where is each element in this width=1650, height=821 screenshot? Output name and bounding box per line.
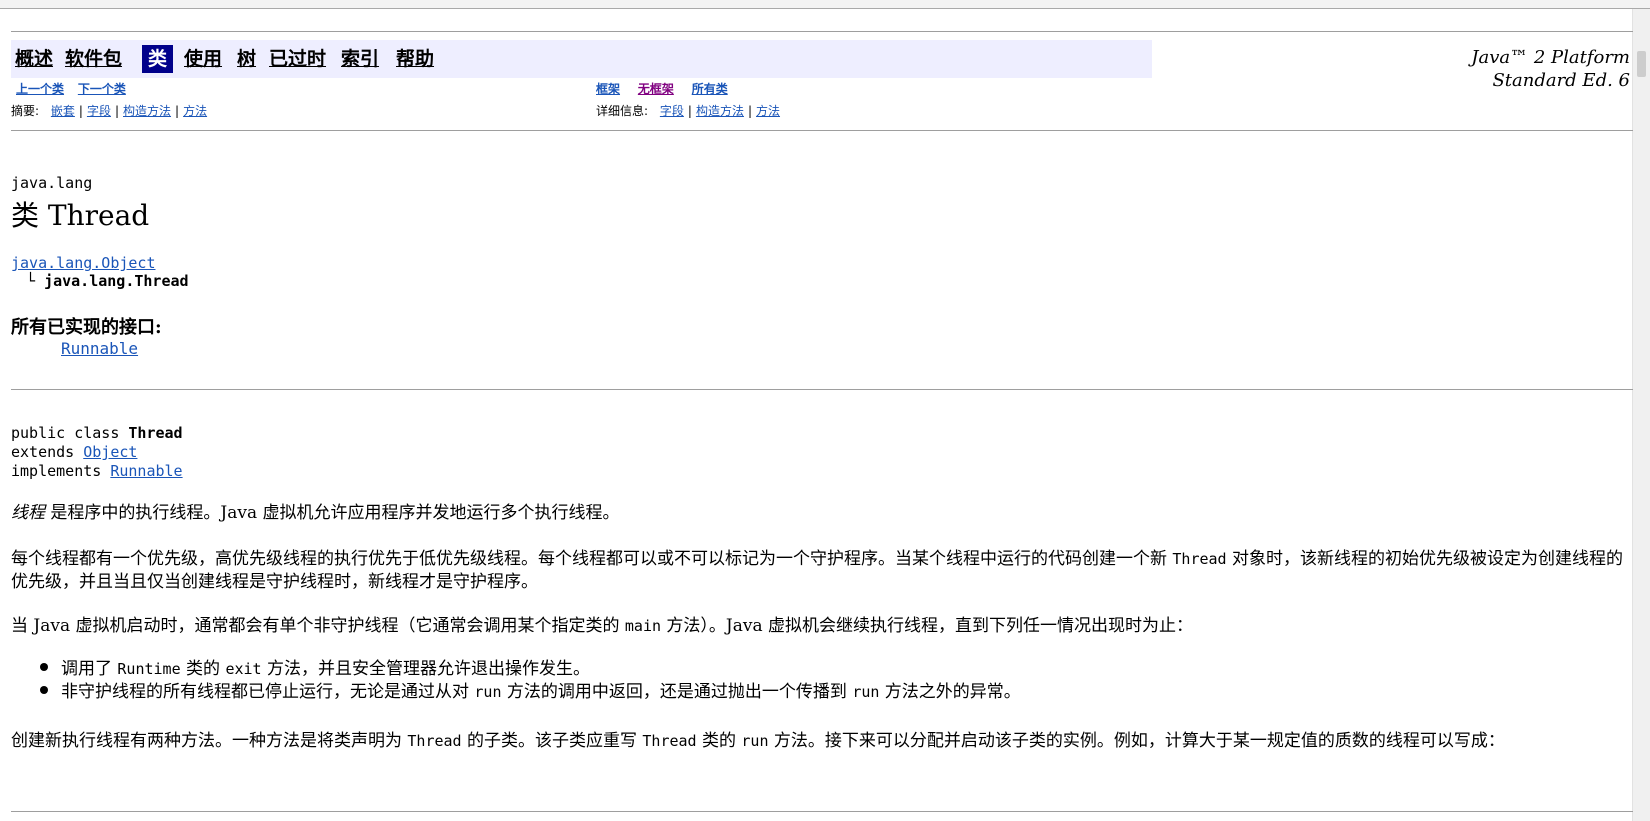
platform-line-2: Standard Ed. 6 [1492,70,1630,91]
nav-index[interactable]: 索引 [341,46,379,72]
hierarchy-child-name: java.lang.Thread [44,272,189,290]
hierarchy-parent-link[interactable]: java.lang.Object [11,254,156,272]
next-class-link[interactable]: 下一个类 [78,82,126,96]
summary-label: 摘要: [11,104,40,118]
interface-runnable-link[interactable]: Runnable [61,339,138,358]
header-divider [11,130,1633,131]
prev-next-links: 上一个类 下一个类 [16,81,126,97]
scrollbar-thumb[interactable] [1637,51,1646,77]
list-bullet-1 [40,656,50,671]
list-bullet-2 [40,679,50,694]
summary-links: 摘要: 嵌套 | 字段 | 构造方法 | 方法 [11,104,208,118]
extends-line: extends Object [11,443,137,461]
page-title: 类 Thread [11,199,150,232]
bottom-divider [11,811,1633,812]
implements-keyword: implements [11,462,111,480]
top-divider [11,31,1633,32]
platform-line-1: Java™ 2 Platform [1471,47,1630,68]
frames-link[interactable]: 框架 [596,82,620,96]
detail-links: 详细信息: 字段 | 构造方法 | 方法 [596,104,781,118]
nav-help[interactable]: 帮助 [396,46,434,72]
detail-method-link[interactable]: 方法 [756,104,780,118]
navigation-bar: 概述 软件包 类 使用 树 已过时 索引 帮助 [11,40,1152,78]
nav-use[interactable]: 使用 [184,46,222,72]
summary-nested-link[interactable]: 嵌套 [51,104,75,118]
hierarchy-child: └ java.lang.Thread [26,272,189,290]
summary-method-link[interactable]: 方法 [183,104,207,118]
description-paragraph-4: 创建新执行线程有两种方法。一种方法是将类声明为 Thread 的子类。该子类应重… [11,731,1505,751]
package-name: java.lang [11,174,93,192]
extends-object-link[interactable]: Object [83,443,137,461]
detail-constructor-link[interactable]: 构造方法 [696,104,744,118]
content-divider [11,389,1633,390]
summary-field-link[interactable]: 字段 [87,104,111,118]
detail-label: 详细信息: [596,104,649,118]
nav-package[interactable]: 软件包 [65,46,122,72]
all-classes-link[interactable]: 所有类 [692,82,728,96]
nav-overview[interactable]: 概述 [15,46,53,72]
thread-emphasis: 线程 [11,503,45,523]
declaration-name: Thread [128,424,183,442]
declaration-prefix: public class [11,424,129,442]
implements-runnable-link[interactable]: Runnable [110,462,182,480]
frame-links: 框架 无框架 所有类 [596,81,728,97]
description-paragraph-1: 线程 是程序中的执行线程。Java 虚拟机允许应用程序并发地运行多个执行线程。 [11,503,620,523]
description-paragraph-3: 当 Java 虚拟机启动时，通常都会有单个非守护线程（它通常会调用某个指定类的 … [11,616,1194,636]
nav-deprecated[interactable]: 已过时 [269,46,326,72]
window-top-border [0,0,1650,9]
no-frames-link[interactable]: 无框架 [638,82,674,96]
nav-tree[interactable]: 树 [237,46,256,72]
implements-line: implements Runnable [11,462,183,480]
list-item-1: 调用了 Runtime 类的 exit 方法，并且安全管理器允许退出操作发生。 [61,659,590,679]
nav-class-active: 类 [142,45,174,73]
list-item-2: 非守护线程的所有线程都已停止运行，无论是通过从对 run 方法的调用中返回，还是… [61,682,1021,702]
class-declaration: public class Thread [11,424,183,442]
summary-constructor-link[interactable]: 构造方法 [123,104,171,118]
detail-field-link[interactable]: 字段 [660,104,684,118]
description-paragraph-2: 每个线程都有一个优先级，高优先级线程的执行优先于低优先级线程。每个线程都可以或不… [11,549,1623,592]
hierarchy-branch: └ [26,272,36,290]
platform-banner: Java™ 2 Platform Standard Ed. 6 [1471,46,1630,92]
vertical-scrollbar[interactable] [1632,9,1650,821]
extends-keyword: extends [11,443,84,461]
interfaces-label: 所有已实现的接口: [11,317,162,338]
prev-class-link[interactable]: 上一个类 [16,82,64,96]
